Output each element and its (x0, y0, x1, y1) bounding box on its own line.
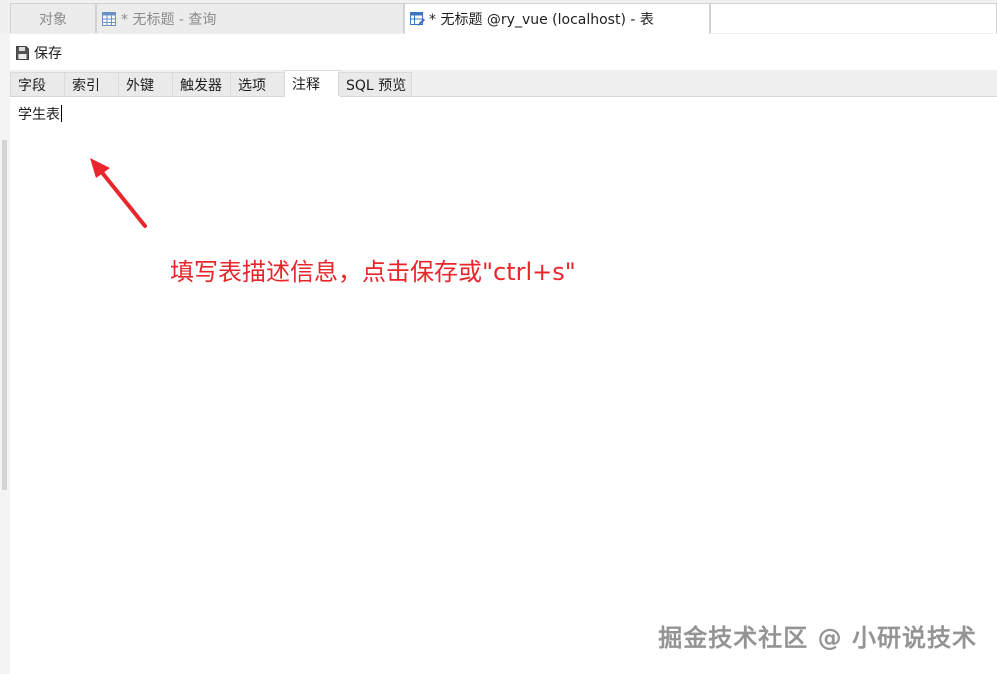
tab-bar-empty-area (710, 3, 997, 33)
tab-indexes-label: 索引 (72, 77, 100, 94)
left-panel-scrollbar[interactable] (2, 140, 7, 490)
tab-foreign-keys-label: 外键 (126, 77, 154, 94)
tab-objects-label: 对象 (39, 11, 67, 28)
tab-comment[interactable]: 注释 (284, 70, 341, 97)
table-edit-icon (409, 11, 425, 27)
tab-comment-label: 注释 (292, 77, 320, 93)
watermark: 掘金技术社区 @ 小研说技术 (658, 624, 977, 652)
text-caret (61, 105, 62, 122)
document-tab-bar: 对象 * 无标题 - 查询 * 无标题 @ry_vue (localhost) … (0, 0, 997, 35)
tab-sql-preview[interactable]: SQL 预览 (338, 72, 412, 96)
left-panel-edge (0, 34, 10, 674)
toolbar: 保存 (10, 34, 997, 70)
tab-untitled-query-label: * 无标题 - 查询 (121, 11, 217, 28)
tab-triggers-label: 触发器 (180, 77, 222, 94)
tab-fields[interactable]: 字段 (10, 72, 65, 96)
designer-tab-bar: 字段 索引 外键 触发器 选项 注释 SQL 预览 (10, 70, 997, 97)
comment-text[interactable]: 学生表 (18, 104, 62, 124)
query-grid-icon (101, 11, 117, 27)
tab-options[interactable]: 选项 (230, 72, 285, 96)
tab-indexes[interactable]: 索引 (64, 72, 119, 96)
tab-untitled-query[interactable]: * 无标题 - 查询 (96, 3, 404, 33)
tab-untitled-table-label: * 无标题 @ry_vue (localhost) - 表 (429, 12, 654, 28)
save-button-label: 保存 (34, 46, 62, 62)
save-disk-icon (14, 45, 30, 61)
tab-untitled-table[interactable]: * 无标题 @ry_vue (localhost) - 表 (404, 3, 710, 34)
tab-triggers[interactable]: 触发器 (172, 72, 231, 96)
comment-value: 学生表 (18, 107, 60, 123)
tab-fields-label: 字段 (18, 77, 46, 94)
tab-objects[interactable]: 对象 (10, 3, 96, 33)
tab-sql-preview-label: SQL 预览 (346, 77, 407, 94)
tab-options-label: 选项 (238, 77, 266, 94)
annotation-text: 填写表描述信息，点击保存或"ctrl+s" (170, 258, 576, 286)
save-button[interactable]: 保存 (14, 42, 62, 64)
tab-foreign-keys[interactable]: 外键 (118, 72, 173, 96)
annotation-arrow (90, 158, 147, 228)
table-designer-window: 对象 * 无标题 - 查询 * 无标题 @ry_vue (localhost) … (0, 0, 997, 674)
